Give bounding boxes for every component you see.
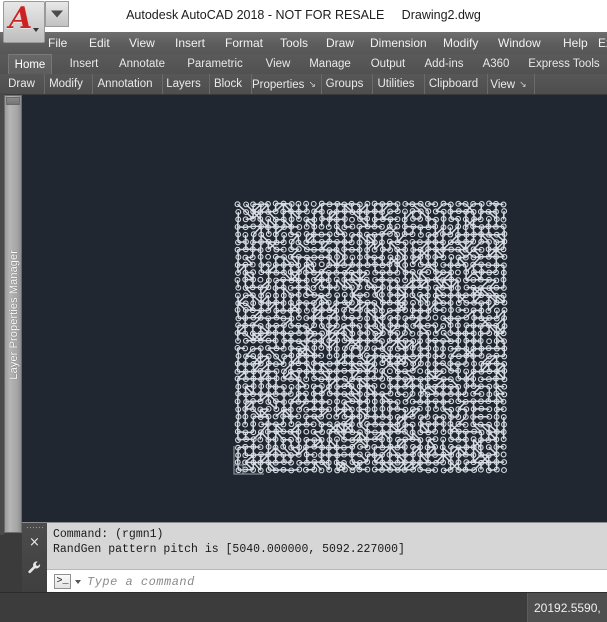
ribbon-panel-label: Utilities bbox=[377, 78, 415, 90]
close-icon[interactable]: × bbox=[28, 536, 41, 549]
menu-item-dimension[interactable]: Dimension bbox=[370, 32, 427, 54]
drawing-canvas[interactable] bbox=[22, 95, 607, 522]
ribbon-panel-label: Groups bbox=[325, 78, 364, 90]
ribbon-tab-a360[interactable]: A360 bbox=[478, 54, 514, 74]
command-window: × Command: (rgmn1) RandGen pattern pitch… bbox=[22, 522, 607, 594]
menu-item-tools[interactable]: Tools bbox=[280, 32, 308, 54]
chevron-down-icon bbox=[33, 28, 39, 32]
menu-item-modify[interactable]: Modify bbox=[443, 32, 478, 54]
ribbon-panel-label: View bbox=[490, 79, 516, 91]
layer-properties-manager-palette[interactable]: Layer Properties Manager bbox=[4, 95, 22, 533]
ribbon-tab-manage[interactable]: Manage bbox=[305, 54, 355, 74]
ribbon-tab-express-tools[interactable]: Express Tools bbox=[523, 54, 605, 74]
status-bar: 20192.5590, bbox=[0, 592, 607, 622]
ribbon-panel-clipboard[interactable]: Clipboard bbox=[425, 74, 488, 94]
ribbon-panel-draw[interactable]: Draw bbox=[4, 74, 45, 94]
command-input-row[interactable]: >_ Type a command bbox=[47, 569, 607, 594]
ribbon-tab-insert[interactable]: Insert bbox=[62, 54, 106, 74]
command-history[interactable]: Command: (rgmn1) RandGen pattern pitch i… bbox=[47, 523, 607, 569]
palette-title-label: Layer Properties Manager bbox=[8, 250, 20, 380]
window-title: Autodesk AutoCAD 2018 - NOT FOR RESALE D… bbox=[126, 8, 481, 22]
menu-item-file[interactable]: File bbox=[48, 32, 67, 54]
ribbon-panel-layers[interactable]: Layers bbox=[163, 74, 210, 94]
menu-item-view[interactable]: View bbox=[129, 32, 155, 54]
command-window-grip[interactable]: × bbox=[22, 523, 47, 593]
ribbon-tab-parametric[interactable]: Parametric bbox=[180, 54, 250, 74]
command-history-line: RandGen pattern pitch is [5040.000000, 5… bbox=[53, 543, 405, 556]
ribbon-panel-block[interactable]: Block bbox=[210, 74, 252, 94]
ribbon-panel-bar: Draw Modify Annotation Layers Block Propertie… bbox=[0, 74, 607, 95]
command-input[interactable]: Type a command bbox=[87, 573, 195, 591]
menu-item-help[interactable]: Help bbox=[563, 32, 588, 54]
ribbon-panel-label: Modify bbox=[49, 78, 83, 90]
ribbon-panel-label: Layers bbox=[166, 78, 201, 90]
command-prompt-icon[interactable]: >_ bbox=[54, 574, 71, 589]
coordinate-readout[interactable]: 20192.5590, bbox=[527, 593, 607, 622]
drag-handle-icon[interactable] bbox=[26, 526, 43, 529]
ribbon-panel-annotation[interactable]: Annotation bbox=[93, 74, 163, 94]
autocad-window: Autodesk AutoCAD 2018 - NOT FOR RESALE D… bbox=[0, 0, 607, 622]
menu-item-edit[interactable]: Edit bbox=[89, 32, 110, 54]
ribbon-panel-label: Annotation bbox=[97, 78, 153, 90]
quick-access-toolbar-button[interactable] bbox=[45, 1, 69, 27]
ribbon-panel-groups[interactable]: Groups bbox=[322, 74, 373, 94]
ribbon-tab-add-ins[interactable]: Add-ins bbox=[420, 54, 468, 74]
drawing-area-wrapper bbox=[0, 95, 607, 522]
ribbon-panel-label: Clipboard bbox=[428, 78, 479, 90]
menu-item-ex[interactable]: Ex bbox=[598, 32, 607, 54]
ribbon-panel-label: Block bbox=[213, 78, 243, 90]
menu-item-format[interactable]: Format bbox=[225, 32, 263, 54]
chevron-down-icon bbox=[51, 10, 63, 18]
panel-dialog-launcher-icon[interactable]: ↘ bbox=[308, 74, 316, 94]
randgen-pattern bbox=[233, 200, 508, 475]
palette-title-label-wrap: Layer Properties Manager bbox=[5, 96, 23, 534]
ribbon-panel-label: Draw bbox=[8, 78, 35, 90]
application-menu-button[interactable]: A bbox=[3, 1, 45, 43]
autocad-logo-icon: A bbox=[9, 1, 33, 36]
ribbon-tab-output[interactable]: Output bbox=[366, 54, 410, 74]
menu-item-window[interactable]: Window bbox=[498, 32, 541, 54]
ribbon-tab-home[interactable]: Home bbox=[8, 54, 52, 74]
menu-item-draw[interactable]: Draw bbox=[326, 32, 354, 54]
panel-dialog-launcher-icon[interactable]: ↘ bbox=[519, 74, 527, 94]
ribbon-panel-view[interactable]: View ↘ bbox=[488, 74, 535, 94]
ribbon-panel-label: Properties bbox=[252, 79, 305, 91]
ribbon-tab-view[interactable]: View bbox=[260, 54, 296, 74]
title-bar: Autodesk AutoCAD 2018 - NOT FOR RESALE D… bbox=[0, 0, 607, 33]
menu-item-insert[interactable]: Insert bbox=[175, 32, 205, 54]
chevron-down-icon[interactable] bbox=[75, 580, 81, 584]
menu-bar: File Edit View Insert Format Tools Draw Dimensi… bbox=[0, 32, 607, 55]
ribbon-panel-properties[interactable]: Properties ↘ bbox=[252, 74, 322, 94]
command-history-line: Command: (rgmn1) bbox=[53, 528, 164, 541]
ribbon-tab-annotate[interactable]: Annotate bbox=[113, 54, 171, 74]
wrench-icon[interactable] bbox=[27, 560, 42, 575]
ribbon-panel-modify[interactable]: Modify bbox=[45, 74, 93, 94]
ribbon-tab-bar: Home Insert Annotate Parametric View Manage Ou… bbox=[0, 54, 607, 74]
ribbon-panel-utilities[interactable]: Utilities bbox=[373, 74, 425, 94]
